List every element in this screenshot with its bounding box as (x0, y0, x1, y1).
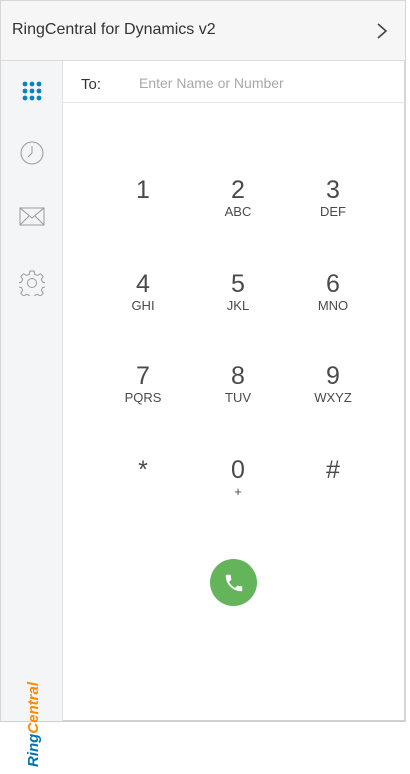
app-title: RingCentral for Dynamics v2 (12, 21, 216, 38)
dialpad-icon (22, 81, 42, 101)
key-digit: 7 (136, 362, 150, 390)
phone-icon (225, 574, 242, 591)
key-9[interactable]: 9 WXYZ (293, 363, 373, 423)
key-hash[interactable]: # (293, 457, 373, 517)
key-digit: 6 (326, 270, 340, 298)
key-1[interactable]: 1 (103, 177, 183, 237)
clock-icon (20, 141, 44, 165)
envelope-icon (19, 207, 45, 226)
key-letters: JKL (226, 298, 250, 313)
key-letters: DEF (320, 204, 346, 219)
key-letters: ABC (224, 204, 252, 219)
sidebar-item-messages[interactable] (16, 201, 48, 233)
key-digit: 5 (231, 270, 245, 298)
key-digit: 1 (136, 176, 150, 204)
key-letters: TUV (225, 390, 251, 405)
key-digit: # (326, 456, 340, 484)
key-6[interactable]: 6 MNO (293, 271, 373, 331)
key-star[interactable]: * (103, 457, 183, 517)
key-8[interactable]: 8 TUV (198, 363, 278, 423)
app-header: RingCentral for Dynamics v2 (1, 1, 405, 61)
key-4[interactable]: 4 GHI (103, 271, 183, 331)
gear-icon (19, 270, 45, 296)
key-digit: 9 (326, 362, 340, 390)
key-letters: + (234, 484, 242, 499)
recipient-input[interactable] (139, 71, 389, 95)
key-digit: 0 (231, 456, 245, 484)
call-button[interactable] (210, 559, 257, 606)
key-5[interactable]: 5 JKL (198, 271, 278, 331)
to-label: To: (81, 76, 102, 93)
key-digit: 4 (136, 270, 150, 298)
key-letters: GHI (131, 298, 155, 313)
app-window: RingCentral for Dynamics v2 RingCentral … (0, 0, 406, 767)
chevron-right-icon[interactable] (371, 19, 393, 43)
sidebar-item-dialpad[interactable] (16, 75, 48, 107)
svg-text:RingCentral: RingCentral (25, 681, 42, 767)
key-7[interactable]: 7 PQRS (103, 363, 183, 423)
key-2[interactable]: 2 ABC (198, 177, 278, 237)
ringcentral-logo: RingCentral (17, 659, 47, 769)
sidebar-item-history[interactable] (16, 137, 48, 169)
recipient-row: To: (63, 61, 405, 103)
sidebar: RingCentral (1, 61, 63, 767)
key-digit: 8 (231, 362, 245, 390)
key-letters: WXYZ (314, 390, 352, 405)
key-letters: MNO (317, 298, 349, 313)
key-3[interactable]: 3 DEF (293, 177, 373, 237)
key-0[interactable]: 0 + (198, 457, 278, 517)
key-digit: * (138, 456, 148, 484)
key-digit: 2 (231, 176, 245, 204)
sidebar-item-settings[interactable] (16, 267, 48, 299)
key-letters: PQRS (124, 390, 162, 405)
key-digit: 3 (326, 176, 340, 204)
